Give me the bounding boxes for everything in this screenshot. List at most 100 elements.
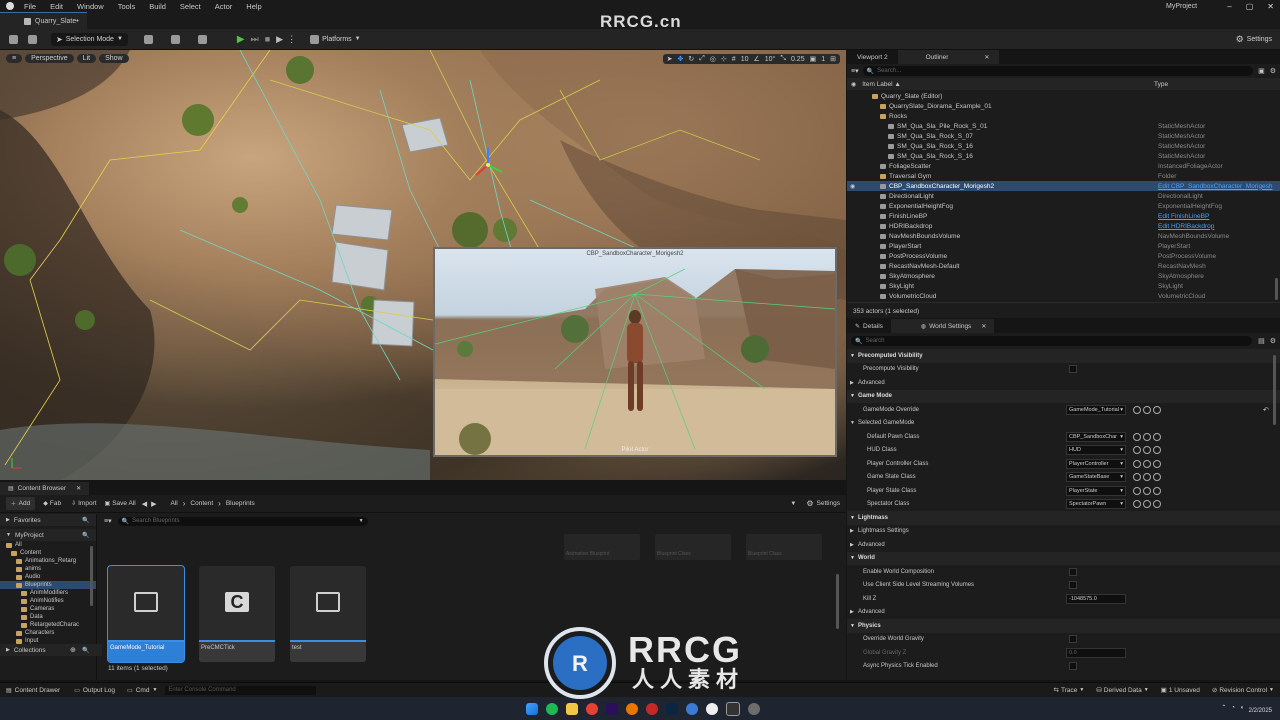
camera-speed-value[interactable]: 1 [821, 56, 825, 63]
step-icon[interactable]: ⏭ [251, 34, 259, 45]
unreal-taskbar-icon[interactable] [706, 703, 718, 715]
details-category[interactable]: ▼ World [847, 551, 1280, 565]
search-icon[interactable]: 🔍 [82, 647, 89, 654]
grid-snap-value[interactable]: 10 [741, 56, 749, 63]
tab-outliner[interactable]: Outliner ✕ [897, 50, 1000, 64]
close-tab-icon[interactable]: ✕ [76, 485, 81, 492]
breadcrumb-item[interactable]: Blueprints [226, 500, 255, 507]
filter-icon[interactable]: ≡▾ [851, 67, 859, 75]
play-options-icon[interactable]: ⋮ [287, 34, 296, 45]
play-icon[interactable]: ▶ [237, 34, 245, 45]
level-tab[interactable]: Quarry_Slate• [0, 11, 87, 30]
class-dropdown[interactable]: SpectatorPawn ▾ [1066, 499, 1126, 510]
revision-control-button[interactable]: ⊘ Revision Control ▼ [1212, 686, 1274, 695]
details-subcategory[interactable]: ▶ Lightmass Settings [847, 525, 1280, 539]
use-selected-icon[interactable] [1143, 446, 1151, 455]
tab-details[interactable]: ✎ Details [847, 319, 891, 333]
outliner-row[interactable]: Rocks [847, 111, 1280, 121]
outliner-row[interactable]: QuarrySlate_Diorama_Example_01 [847, 101, 1280, 111]
asset-tile[interactable]: C PreCMCTick [199, 566, 275, 662]
outliner-row[interactable]: SM_Qua_Sla_Rock_S_16 StaticMeshActor [847, 141, 1280, 151]
outliner-row[interactable]: VolumetricCloud VolumetricCloud [847, 291, 1280, 301]
level-viewport[interactable]: ≡ Perspective Lit Show ➤ ✥ ↻ ⤢ ◎ ⊹ # 10 … [0, 50, 846, 480]
details-subcategory[interactable]: ▼ Selected GameMode [847, 417, 1280, 431]
outliner-row[interactable]: Quarry_Slate (Editor) [847, 91, 1280, 101]
perspective-button[interactable]: Perspective [25, 54, 74, 63]
view-options-icon[interactable]: ▤ [1258, 337, 1265, 345]
breadcrumb-item[interactable]: All [170, 500, 177, 507]
search-icon[interactable]: 🔍 [82, 517, 89, 524]
windows-start-icon[interactable] [526, 703, 538, 715]
add-icon[interactable] [1153, 500, 1161, 509]
asset-search-box[interactable]: 🔍 Search Blueprints ▼ [117, 516, 368, 526]
browse-icon[interactable] [1133, 459, 1141, 468]
content-browser-tab[interactable]: ▤ Content Browser ✕ [0, 482, 90, 495]
breadcrumb-item[interactable]: Content [190, 500, 213, 507]
class-dropdown[interactable]: CBP_SandboxChar ▾ [1066, 431, 1126, 442]
details-category[interactable]: ▼ Lightmass [847, 511, 1280, 525]
asset-tile[interactable]: test [290, 566, 366, 662]
folder-tree-item[interactable]: Content [0, 549, 96, 557]
add-icon[interactable] [1153, 459, 1161, 468]
outliner-row[interactable]: FoliageScatter InstancedFoliageActor [847, 161, 1280, 171]
folder-tree-item[interactable]: anims [0, 565, 96, 573]
blender-icon[interactable] [626, 703, 638, 715]
class-dropdown[interactable]: GameStateBase ▾ [1066, 472, 1126, 483]
outliner-settings-icon[interactable]: ⚙ [1270, 67, 1276, 75]
history-forward-icon[interactable]: ▶ [151, 500, 156, 508]
maximize-viewport-icon[interactable]: ⊞ [830, 55, 836, 63]
number-field[interactable]: 0.0 [1066, 647, 1126, 658]
use-selected-icon[interactable] [1143, 486, 1151, 495]
close-icon[interactable]: ✕ [1267, 2, 1274, 11]
menu-edit[interactable]: Edit [50, 2, 63, 11]
property-checkbox[interactable] [1069, 581, 1077, 590]
menu-actor[interactable]: Actor [215, 2, 233, 11]
settings-app-icon[interactable] [748, 703, 760, 715]
derived-data-button[interactable]: ⛁ Derived Data ▼ [1096, 686, 1148, 695]
import-button[interactable]: ⇩ Import [71, 500, 96, 507]
taskbar-date[interactable]: 2/2/2025 [1249, 708, 1272, 714]
recorder-icon[interactable] [646, 703, 658, 715]
outliner-row-type[interactable]: Edit HDRIBackdrop [1158, 223, 1214, 230]
details-subcategory[interactable]: ▶ Advanced [847, 606, 1280, 620]
save-icon[interactable] [9, 34, 18, 44]
tray-chevron-icon[interactable]: ⌃ [1221, 704, 1226, 711]
outliner-row[interactable]: RecastNavMesh-Default RecastNavMesh [847, 261, 1280, 271]
menu-build[interactable]: Build [149, 2, 166, 11]
outliner-row[interactable]: SkyAtmosphere SkyAtmosphere [847, 271, 1280, 281]
history-back-icon[interactable]: ◀ [142, 500, 147, 508]
folder-tree-item[interactable]: AnimModifiers [0, 589, 96, 597]
unreal-logo-icon[interactable] [6, 2, 14, 10]
close-tab-icon[interactable]: ✕ [981, 323, 986, 330]
grid-snap-icon[interactable]: # [732, 56, 736, 63]
unreal-editor-icon[interactable] [726, 702, 740, 716]
visibility-eye-icon[interactable]: ◉ [850, 183, 864, 190]
camera-speed-icon[interactable]: ▣ [810, 55, 817, 63]
output-log-button[interactable]: ▭ Output Log [74, 687, 115, 694]
rotation-snap-value[interactable]: 10° [765, 56, 776, 63]
menu-tools[interactable]: Tools [118, 2, 136, 11]
outliner-search-box[interactable]: 🔍 Search... [862, 66, 1254, 76]
add-icon[interactable] [1153, 432, 1161, 441]
menu-file[interactable]: File [24, 2, 36, 11]
scale-snap-value[interactable]: 0.25 [791, 56, 805, 63]
file-explorer-icon[interactable] [566, 703, 578, 715]
details-search-box[interactable]: 🔍 Search [851, 336, 1253, 346]
cinematics-icon[interactable] [197, 34, 207, 44]
minimize-icon[interactable]: – [1227, 2, 1231, 11]
source-control-icon[interactable] [28, 34, 37, 44]
browse-icon[interactable] [1133, 500, 1141, 509]
premiere-icon[interactable] [606, 703, 618, 715]
use-selected-icon[interactable] [1143, 500, 1151, 509]
menu-select[interactable]: Select [180, 2, 201, 11]
trace-button[interactable]: ⇆ Trace ▼ [1054, 686, 1085, 695]
maximize-icon[interactable]: ▢ [1246, 2, 1254, 11]
spotify-icon[interactable] [546, 703, 558, 715]
use-selected-icon[interactable] [1143, 432, 1151, 441]
folder-tree-item[interactable]: Data [0, 613, 96, 621]
col-type[interactable]: Type [1154, 81, 1168, 88]
outliner-scrollbar[interactable] [1275, 278, 1278, 300]
path-dropdown-icon[interactable]: ▼ [790, 501, 796, 507]
asset-scrollbar[interactable] [836, 574, 839, 629]
eject-icon[interactable]: ▶ [276, 34, 283, 45]
